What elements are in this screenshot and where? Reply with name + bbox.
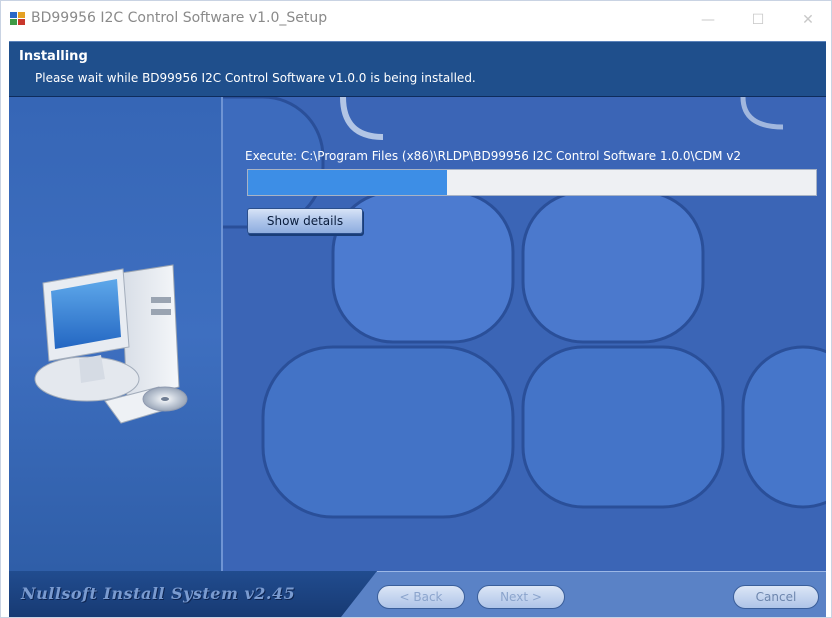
cancel-button[interactable]: Cancel	[733, 585, 819, 609]
next-button[interactable]: Next >	[477, 585, 565, 609]
show-details-button[interactable]: Show details	[247, 208, 363, 234]
back-button[interactable]: < Back	[377, 585, 465, 609]
side-panel	[9, 97, 221, 571]
install-progress-bar	[247, 169, 817, 196]
page-header: Installing Please wait while BD99956 I2C…	[9, 41, 826, 97]
maximize-button[interactable]: ☐	[741, 7, 775, 33]
close-button[interactable]: ✕	[791, 7, 825, 33]
page-subtitle: Please wait while BD99956 I2C Control So…	[35, 71, 476, 85]
title-bar: BD99956 I2C Control Software v1.0_Setup …	[1, 1, 831, 39]
execute-status-text: Execute: C:\Program Files (x86)\RLDP\BD9…	[245, 149, 742, 163]
installer-window: BD99956 I2C Control Software v1.0_Setup …	[0, 0, 832, 618]
computer-cd-icon	[34, 264, 188, 424]
footer-bar: Nullsoft Install System v2.45 < Back Nex…	[9, 571, 826, 617]
progress-fill	[248, 170, 447, 195]
window-title: BD99956 I2C Control Software v1.0_Setup	[31, 10, 328, 26]
minimize-button[interactable]: —	[691, 7, 725, 33]
installer-icon	[10, 12, 25, 25]
page-title: Installing	[19, 49, 88, 64]
nsis-brand: Nullsoft Install System v2.45	[21, 584, 296, 603]
content-area: Execute: C:\Program Files (x86)\RLDP\BD9…	[9, 97, 826, 571]
